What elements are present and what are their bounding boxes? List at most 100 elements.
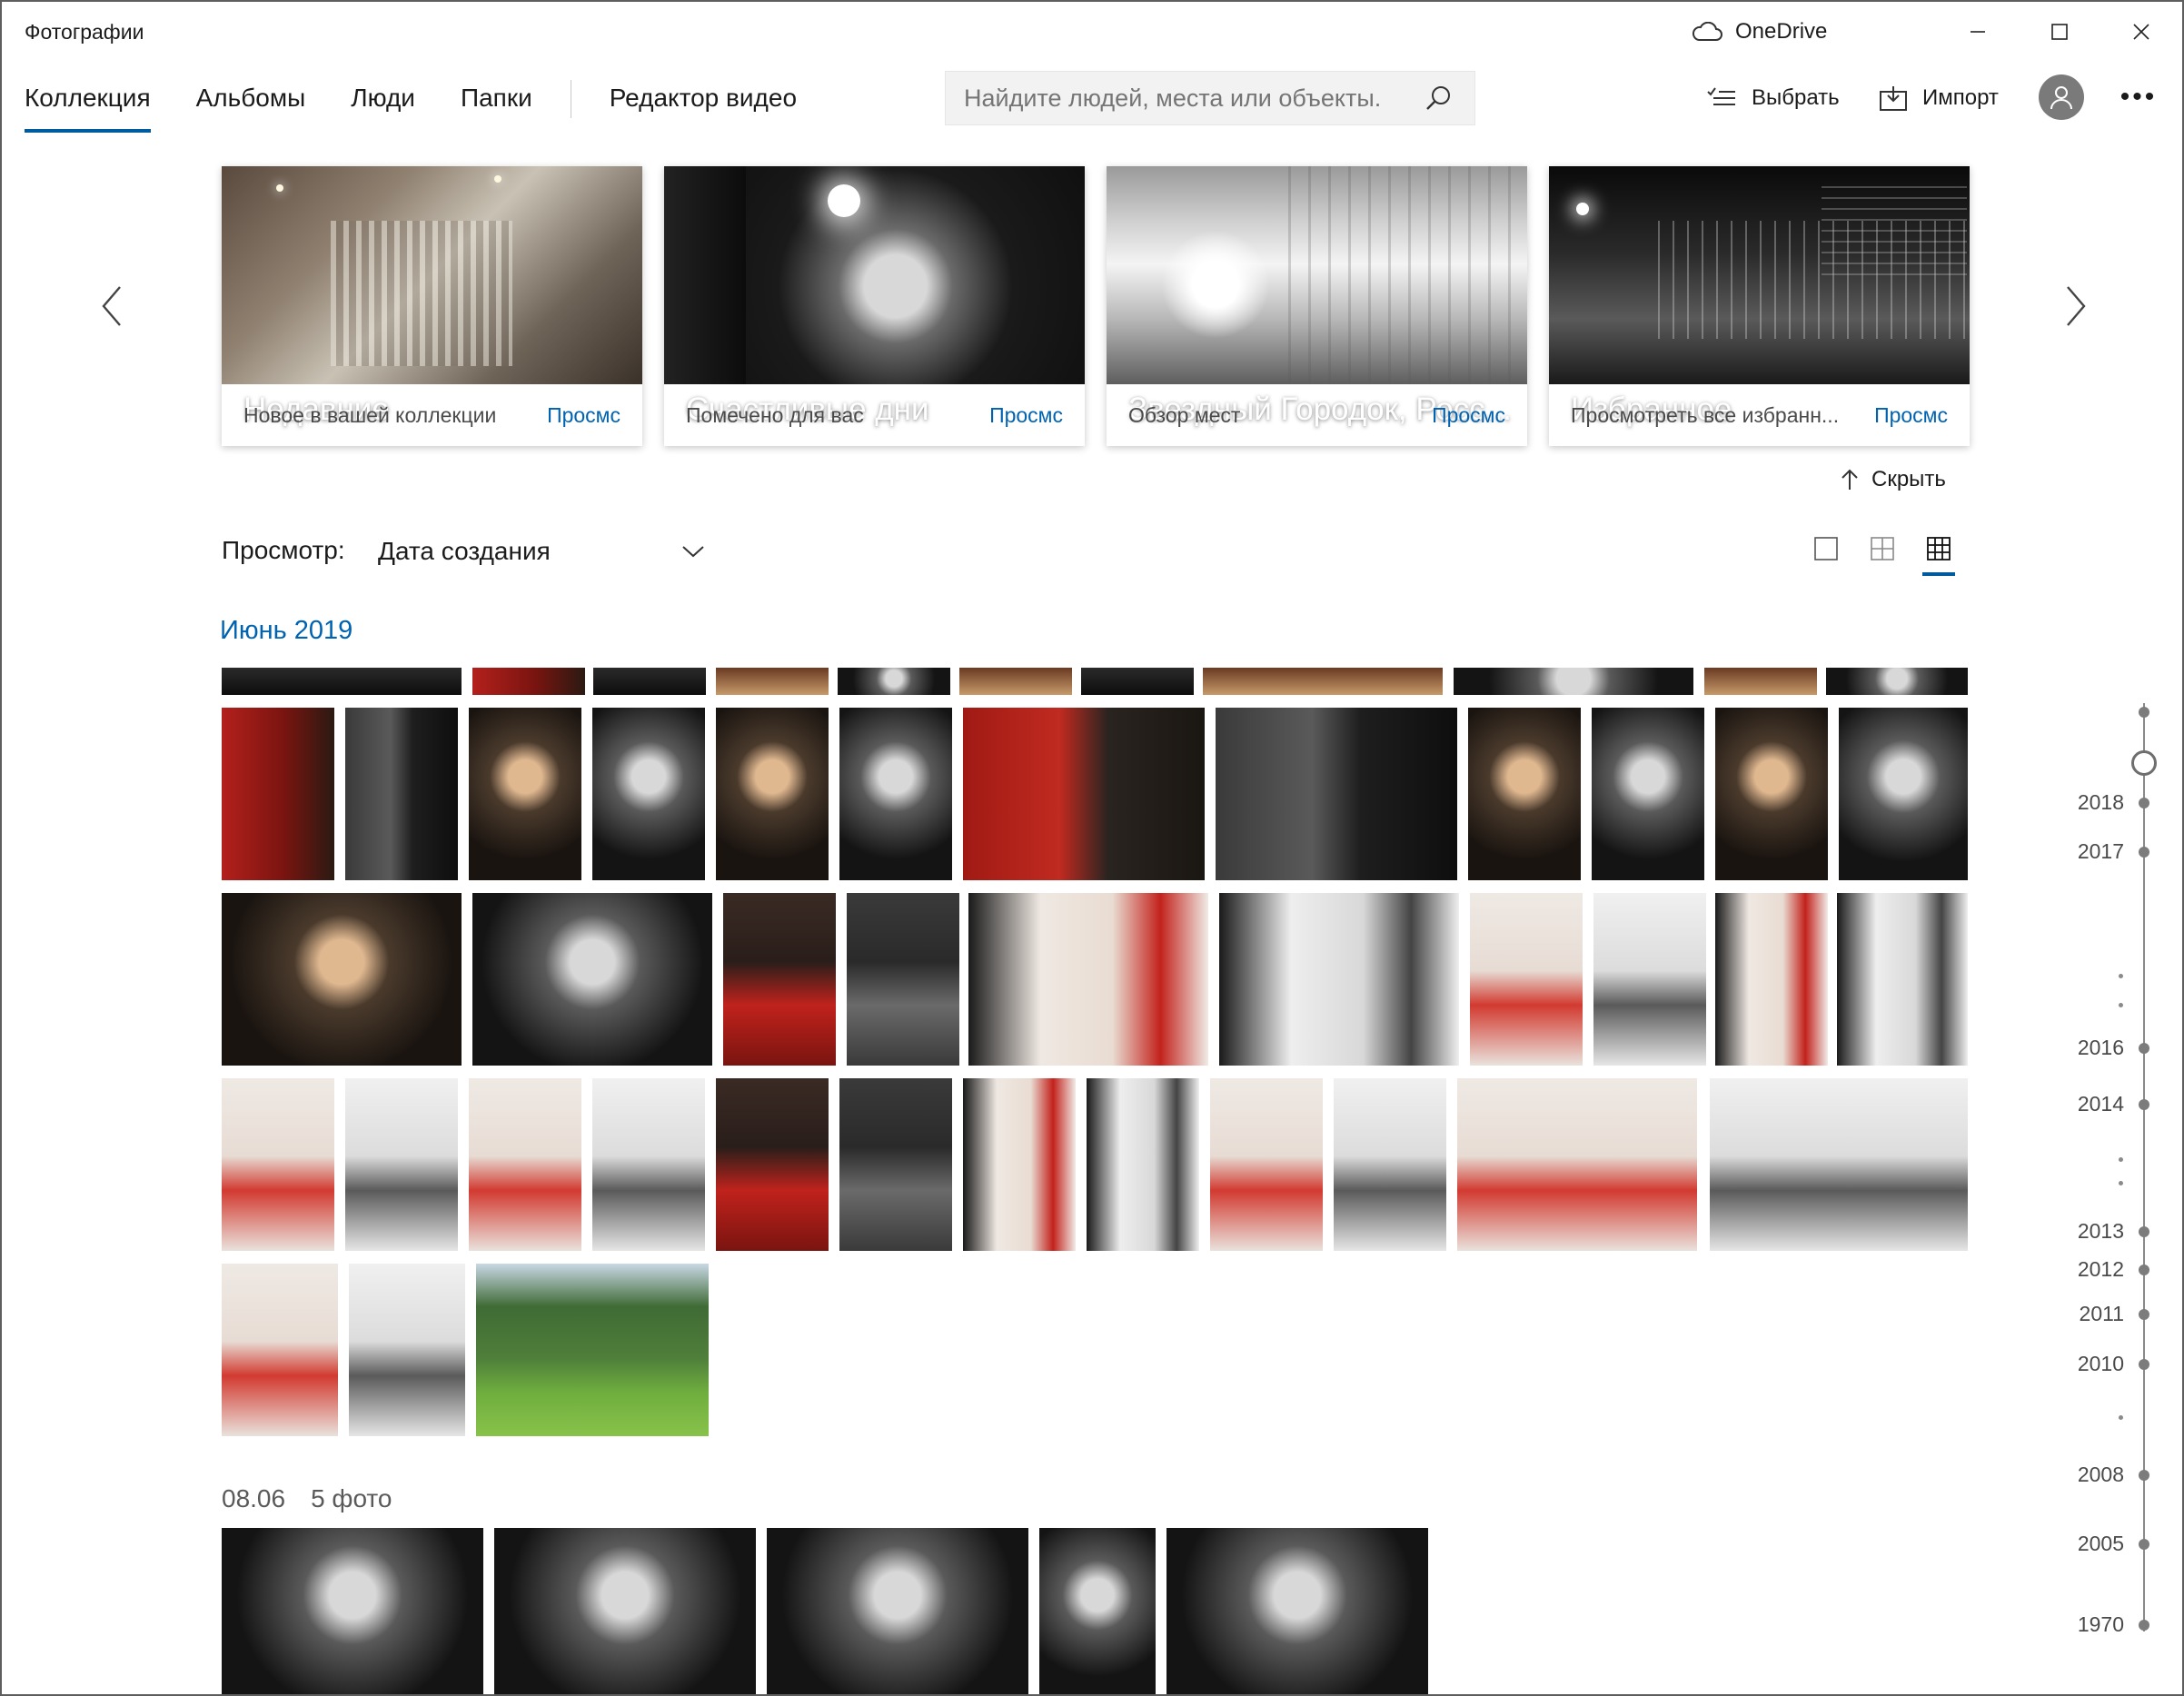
view-large-button[interactable] (1808, 531, 1844, 567)
photo-thumbnail[interactable] (1710, 1078, 1968, 1251)
card-happy-days-link[interactable]: Просмс (989, 403, 1063, 428)
maximize-button[interactable] (2019, 2, 2100, 62)
photo-thumbnail[interactable] (1039, 1528, 1156, 1694)
timeline-year-2005[interactable]: 2005 (2073, 1532, 2124, 1556)
photo-thumbnail[interactable] (716, 1078, 829, 1251)
card-recent-link[interactable]: Просмс (547, 403, 620, 428)
view-medium-button[interactable] (1864, 531, 1901, 567)
photo-thumbnail[interactable] (1837, 893, 1968, 1066)
photo-thumbnail[interactable] (963, 708, 1205, 880)
timeline-year-2018[interactable]: 2018 (2073, 790, 2124, 815)
card-places-link[interactable]: Просмс (1432, 403, 1505, 428)
timeline-year-2013[interactable]: 2013 (2073, 1219, 2124, 1244)
month-heading[interactable]: Июнь 2019 (220, 616, 352, 646)
photo-thumbnail[interactable] (716, 708, 829, 880)
photo-thumbnail[interactable] (1216, 708, 1457, 880)
photo-thumbnail[interactable] (476, 1264, 709, 1436)
photo-thumbnail[interactable] (838, 668, 950, 695)
timeline-year-1970[interactable]: 1970 (2073, 1612, 2124, 1637)
photo-thumbnail[interactable] (472, 893, 712, 1066)
carousel-next-button[interactable] (2053, 274, 2099, 338)
timeline-year-2012[interactable]: 2012 (2073, 1257, 2124, 1282)
timeline-year-2011[interactable]: 2011 (2073, 1302, 2124, 1326)
photo-thumbnail[interactable] (592, 708, 705, 880)
timeline-minor-dot (2119, 974, 2123, 978)
carousel-prev-button[interactable] (89, 274, 134, 338)
photo-thumbnail[interactable] (968, 893, 1208, 1066)
photo-thumbnail[interactable] (839, 708, 952, 880)
photo-thumbnail[interactable] (349, 1264, 465, 1436)
timeline-dot (2139, 707, 2149, 718)
photo-thumbnail[interactable] (1210, 1078, 1323, 1251)
photo-thumbnail[interactable] (1081, 668, 1194, 695)
search-input[interactable] (964, 84, 1391, 113)
account-avatar[interactable] (2039, 74, 2084, 120)
timeline-year-2016[interactable]: 2016 (2073, 1036, 2124, 1060)
app-title: Фотографии (25, 20, 144, 44)
photo-thumbnail[interactable] (959, 668, 1072, 695)
card-favorites-link[interactable]: Просмс (1874, 403, 1948, 428)
photo-thumbnail[interactable] (1468, 708, 1581, 880)
card-recent[interactable]: Недавние Новое в вашей коллекции Просмс (222, 166, 642, 446)
view-dropdown[interactable]: Дата создания (378, 529, 705, 574)
photo-thumbnail[interactable] (592, 1078, 705, 1251)
photo-thumbnail[interactable] (472, 668, 585, 695)
close-button[interactable] (2100, 2, 2182, 62)
photo-thumbnail[interactable] (494, 1528, 756, 1694)
tab-collection[interactable]: Коллекция (25, 74, 151, 133)
photo-thumbnail[interactable] (1219, 893, 1459, 1066)
photo-thumbnail[interactable] (345, 1078, 458, 1251)
photo-thumbnail[interactable] (1454, 668, 1693, 695)
photo-thumbnail[interactable] (222, 1078, 334, 1251)
photo-thumbnail[interactable] (847, 893, 959, 1066)
photo-thumbnail[interactable] (222, 708, 334, 880)
more-button[interactable]: ••• (2111, 74, 2166, 120)
search-button[interactable] (1420, 80, 1456, 116)
view-small-button[interactable] (1921, 531, 1957, 576)
import-button[interactable]: Импорт (1879, 78, 1999, 118)
photo-thumbnail[interactable] (716, 668, 829, 695)
photo-thumbnail[interactable] (1715, 893, 1828, 1066)
chevron-right-icon (2067, 286, 2086, 326)
photo-thumbnail[interactable] (222, 1528, 483, 1694)
photo-thumbnail[interactable] (1457, 1078, 1697, 1251)
photo-thumbnail[interactable] (222, 893, 462, 1066)
photo-thumbnail[interactable] (1334, 1078, 1446, 1251)
onedrive-button[interactable]: OneDrive (1692, 15, 1827, 49)
photo-thumbnail[interactable] (1826, 668, 1968, 695)
card-favorites[interactable]: Избранное Просмотреть все избранн... Про… (1549, 166, 1970, 446)
timeline-year-2014[interactable]: 2014 (2073, 1092, 2124, 1116)
photo-thumbnail[interactable] (839, 1078, 952, 1251)
tab-video-editor[interactable]: Редактор видео (610, 74, 797, 129)
photo-thumbnail[interactable] (723, 893, 836, 1066)
tab-people[interactable]: Люди (351, 74, 415, 129)
photo-thumbnail[interactable] (469, 1078, 581, 1251)
timeline-year-2017[interactable]: 2017 (2073, 839, 2124, 864)
photo-thumbnail[interactable] (1593, 893, 1706, 1066)
timeline-year-2008[interactable]: 2008 (2073, 1463, 2124, 1487)
minimize-button[interactable] (1937, 2, 2019, 62)
photo-thumbnail[interactable] (1715, 708, 1828, 880)
photo-thumbnail[interactable] (1203, 668, 1443, 695)
photo-thumbnail[interactable] (222, 668, 462, 695)
card-happy-days[interactable]: Счастливые дни Помечено для вас Просмс (664, 166, 1085, 446)
photo-thumbnail[interactable] (593, 668, 706, 695)
timeline-year-2010[interactable]: 2010 (2073, 1352, 2124, 1376)
photo-thumbnail[interactable] (1166, 1528, 1428, 1694)
photo-thumbnail[interactable] (963, 1078, 1076, 1251)
tab-albums[interactable]: Альбомы (196, 74, 306, 129)
hide-highlights-button[interactable]: Скрыть (1839, 467, 1946, 492)
photo-thumbnail[interactable] (222, 1264, 338, 1436)
timeline-thumb[interactable] (2131, 750, 2157, 776)
photo-thumbnail[interactable] (345, 708, 458, 880)
tab-folders[interactable]: Папки (461, 74, 532, 129)
photo-thumbnail[interactable] (1704, 668, 1817, 695)
photo-thumbnail[interactable] (1470, 893, 1583, 1066)
select-button[interactable]: Выбрать (1706, 78, 1840, 118)
photo-thumbnail[interactable] (1592, 708, 1704, 880)
photo-thumbnail[interactable] (767, 1528, 1028, 1694)
photo-thumbnail[interactable] (469, 708, 581, 880)
card-places[interactable]: Звездный Городок, Росс... Обзор мест Про… (1107, 166, 1527, 446)
photo-thumbnail[interactable] (1839, 708, 1968, 880)
photo-thumbnail[interactable] (1087, 1078, 1199, 1251)
